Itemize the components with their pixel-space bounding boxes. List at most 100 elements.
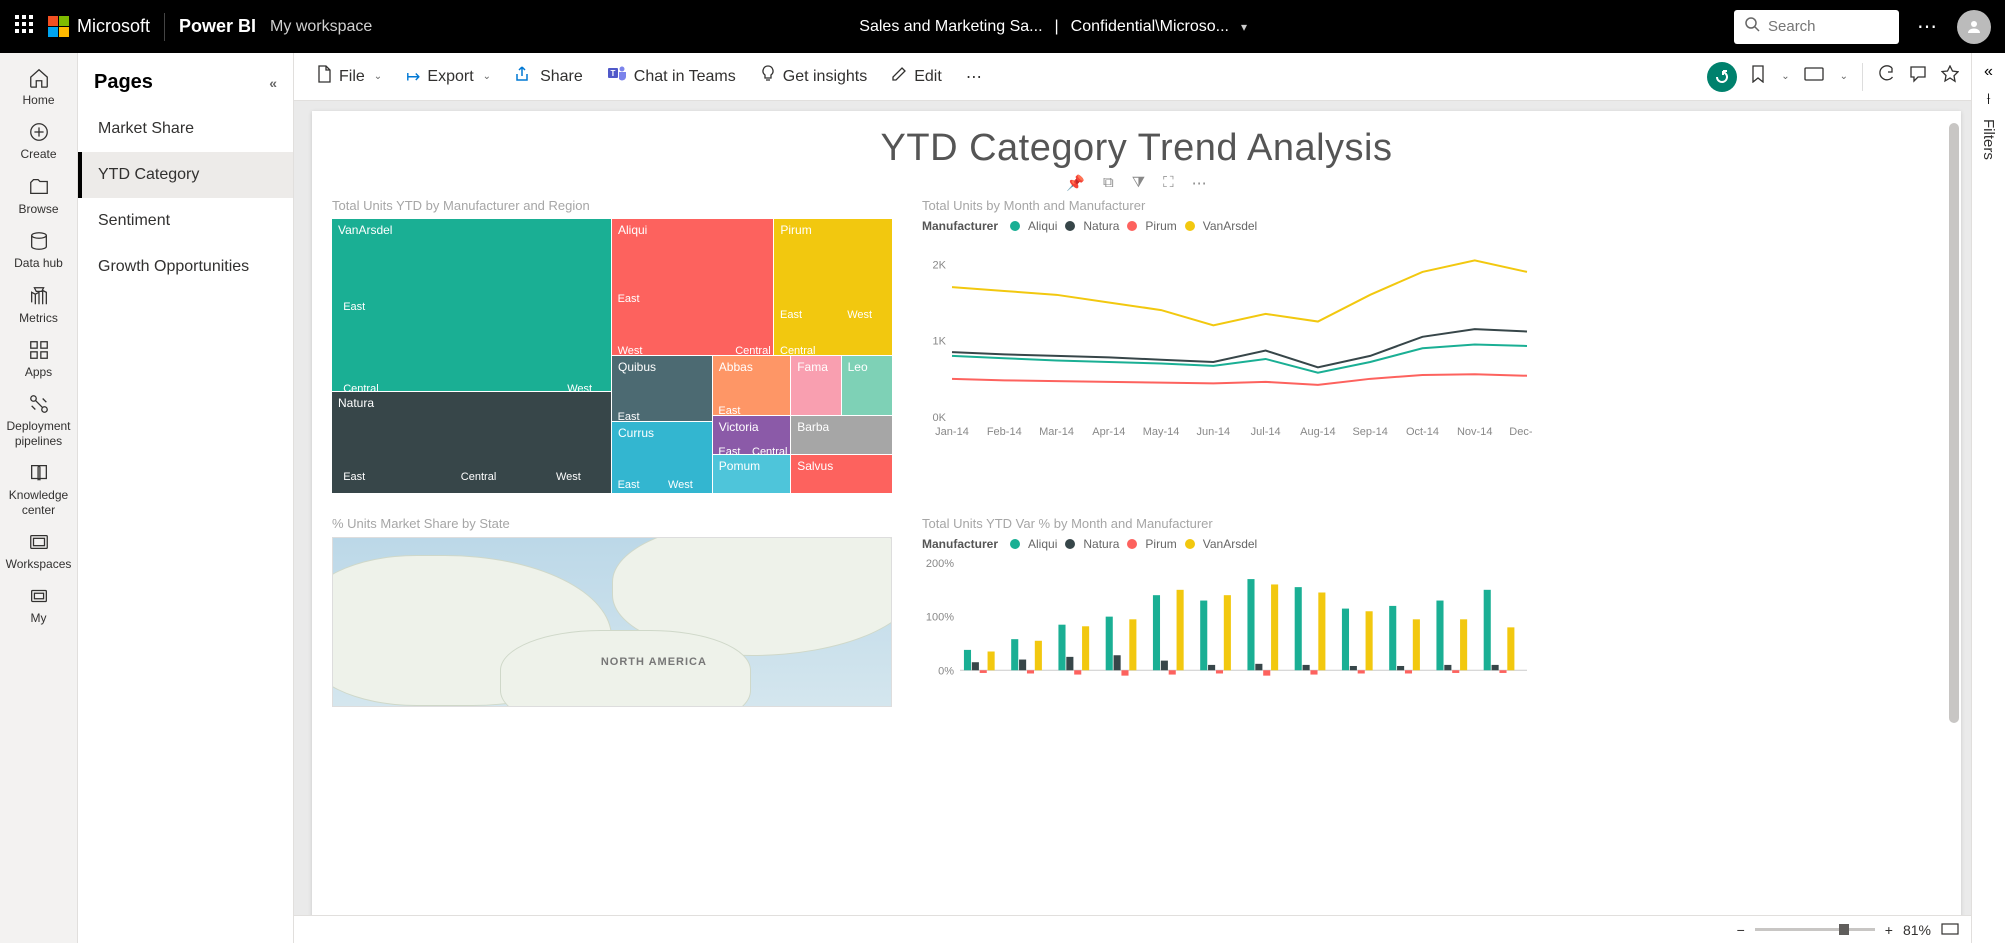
svg-text:Mar-14: Mar-14 xyxy=(1039,426,1074,438)
nav-apps[interactable]: Apps xyxy=(0,333,77,383)
pages-header-label: Pages xyxy=(94,71,153,94)
main-area: File⌄ ↦ Export ⌄ Share TChat in Teams Get … xyxy=(294,53,1971,943)
nav-learn[interactable]: Knowledge center xyxy=(0,456,77,521)
map-visual[interactable]: % Units Market Share by State NORTH AMER… xyxy=(332,516,892,934)
svg-text:Sep-14: Sep-14 xyxy=(1352,426,1387,438)
refresh-icon[interactable] xyxy=(1877,65,1895,88)
status-bar: − + 81% xyxy=(294,915,1971,943)
sensitivity-label[interactable]: Confidential\Microso... xyxy=(1071,18,1229,36)
chat-teams-button[interactable]: TChat in Teams xyxy=(597,59,746,94)
export-icon: ↦ xyxy=(406,67,420,87)
bar-chart-visual[interactable]: Total Units YTD Var % by Month and Manuf… xyxy=(922,516,1941,934)
view-icon[interactable] xyxy=(1804,67,1824,86)
nav-create-label: Create xyxy=(20,147,56,161)
svg-text:Oct-14: Oct-14 xyxy=(1406,426,1439,438)
search-input[interactable] xyxy=(1768,18,1868,35)
focus-icon[interactable]: ⛶ xyxy=(1163,174,1174,192)
legend: ManufacturerAliquiNaturaPirumVanArsdel xyxy=(922,219,1941,233)
collapse-pane-icon[interactable]: « xyxy=(269,75,277,91)
nav-browse-label: Browse xyxy=(18,202,58,216)
treemap-visual[interactable]: Total Units YTD by Manufacturer and Regi… xyxy=(332,198,892,498)
comment-icon[interactable] xyxy=(1909,65,1927,88)
nav-workspaces[interactable]: Workspaces xyxy=(0,525,77,575)
nav-workspaces-label: Workspaces xyxy=(6,557,72,571)
chevron-down-icon[interactable]: ⌄ xyxy=(1781,71,1789,82)
map-box[interactable]: NORTH AMERICA xyxy=(332,537,892,707)
user-avatar[interactable] xyxy=(1957,10,1991,44)
reset-button[interactable] xyxy=(1707,62,1737,92)
file-icon xyxy=(316,65,332,88)
divider xyxy=(164,13,165,41)
line-chart-title: Total Units by Month and Manufacturer xyxy=(922,198,1941,213)
search-box[interactable] xyxy=(1734,10,1899,44)
share-button[interactable]: Share xyxy=(505,60,593,93)
svg-text:Aug-14: Aug-14 xyxy=(1300,426,1335,438)
report-name[interactable]: Sales and Marketing Sa... xyxy=(859,18,1042,36)
export-label: Export xyxy=(427,68,473,86)
nav-my[interactable]: My xyxy=(0,579,77,629)
zoom-out-button[interactable]: − xyxy=(1737,922,1745,938)
line-chart-visual[interactable]: Total Units by Month and Manufacturer Ma… xyxy=(922,198,1941,498)
svg-text:Apr-14: Apr-14 xyxy=(1092,426,1125,438)
app-launcher-icon[interactable] xyxy=(0,15,48,38)
page-label: Sentiment xyxy=(98,212,170,229)
filters-pane-collapsed[interactable]: « ⟊ Filters xyxy=(1971,53,2005,943)
bulb-icon xyxy=(760,65,776,88)
star-icon[interactable] xyxy=(1941,65,1959,88)
svg-text:May-14: May-14 xyxy=(1143,426,1180,438)
zoom-slider[interactable] xyxy=(1755,928,1875,931)
svg-text:Dec-14: Dec-14 xyxy=(1509,426,1532,438)
nav-create[interactable]: Create xyxy=(0,115,77,165)
filters-icon: ⟊ xyxy=(1986,91,1990,109)
more-options-icon[interactable]: ⋯ xyxy=(1917,14,1939,39)
product-name[interactable]: Power BI xyxy=(179,16,256,37)
more-icon[interactable]: ⋯ xyxy=(1192,174,1207,192)
nav-pipelines[interactable]: Deployment pipelines xyxy=(0,387,77,452)
copy-icon[interactable]: ⧉ xyxy=(1103,174,1114,192)
page-item-sentiment[interactable]: Sentiment xyxy=(78,198,293,244)
edit-button[interactable]: Edit xyxy=(881,60,952,93)
nav-my-label: My xyxy=(31,611,47,625)
bar-chart-title: Total Units YTD Var % by Month and Manuf… xyxy=(922,516,1941,531)
share-label: Share xyxy=(540,68,583,86)
chevron-down-icon: ⌄ xyxy=(483,71,491,82)
nav-learn-label: Knowledge center xyxy=(9,488,68,516)
filter-icon[interactable]: ⧩ xyxy=(1132,174,1145,192)
insights-label: Get insights xyxy=(783,68,867,86)
svg-text:2K: 2K xyxy=(933,259,947,271)
left-nav: Home Create Browse Data hub Metrics Apps… xyxy=(0,53,78,943)
report-title: YTD Category Trend Analysis xyxy=(332,127,1941,170)
zoom-in-button[interactable]: + xyxy=(1885,922,1893,938)
more-icon: ⋯ xyxy=(966,67,982,87)
file-menu[interactable]: File⌄ xyxy=(306,59,392,94)
scrollbar-thumb[interactable] xyxy=(1949,123,1959,723)
page-item-growth[interactable]: Growth Opportunities xyxy=(78,244,293,290)
page-item-market-share[interactable]: Market Share xyxy=(78,106,293,152)
search-icon xyxy=(1744,16,1760,37)
filters-label: Filters xyxy=(1980,119,1997,160)
nav-browse[interactable]: Browse xyxy=(0,170,77,220)
visual-hover-actions: 📌 ⧉ ⧩ ⛶ ⋯ xyxy=(332,174,1941,192)
nav-datahub[interactable]: Data hub xyxy=(0,224,77,274)
action-toolbar: File⌄ ↦ Export ⌄ Share TChat in Teams Get … xyxy=(294,53,1971,101)
teams-icon: T xyxy=(607,65,627,88)
nav-metrics[interactable]: Metrics xyxy=(0,279,77,329)
pages-pane: Pages « Market Share YTD Category Sentim… xyxy=(78,53,294,943)
chevron-down-icon[interactable]: ⌄ xyxy=(1840,71,1848,82)
svg-text:1K: 1K xyxy=(933,336,947,348)
chevron-down-icon[interactable]: ▾ xyxy=(1241,20,1247,34)
page-item-ytd-category[interactable]: YTD Category xyxy=(78,152,293,198)
more-menu[interactable]: ⋯ xyxy=(956,61,992,93)
expand-pane-icon[interactable]: « xyxy=(1984,63,1993,81)
nav-apps-label: Apps xyxy=(25,365,52,379)
fit-page-icon[interactable] xyxy=(1941,922,1959,938)
workspace-breadcrumb[interactable]: My workspace xyxy=(270,18,372,36)
page-label: YTD Category xyxy=(98,166,199,183)
bookmark-icon[interactable] xyxy=(1751,65,1765,88)
export-menu[interactable]: ↦ Export ⌄ xyxy=(396,61,501,93)
report-canvas-wrap: YTD Category Trend Analysis 📌 ⧉ ⧩ ⛶ ⋯ To… xyxy=(294,101,1971,943)
nav-home[interactable]: Home xyxy=(0,61,77,111)
pin-icon[interactable]: 📌 xyxy=(1066,174,1085,192)
report-canvas[interactable]: YTD Category Trend Analysis 📌 ⧉ ⧩ ⛶ ⋯ To… xyxy=(312,111,1961,943)
insights-button[interactable]: Get insights xyxy=(750,59,877,94)
